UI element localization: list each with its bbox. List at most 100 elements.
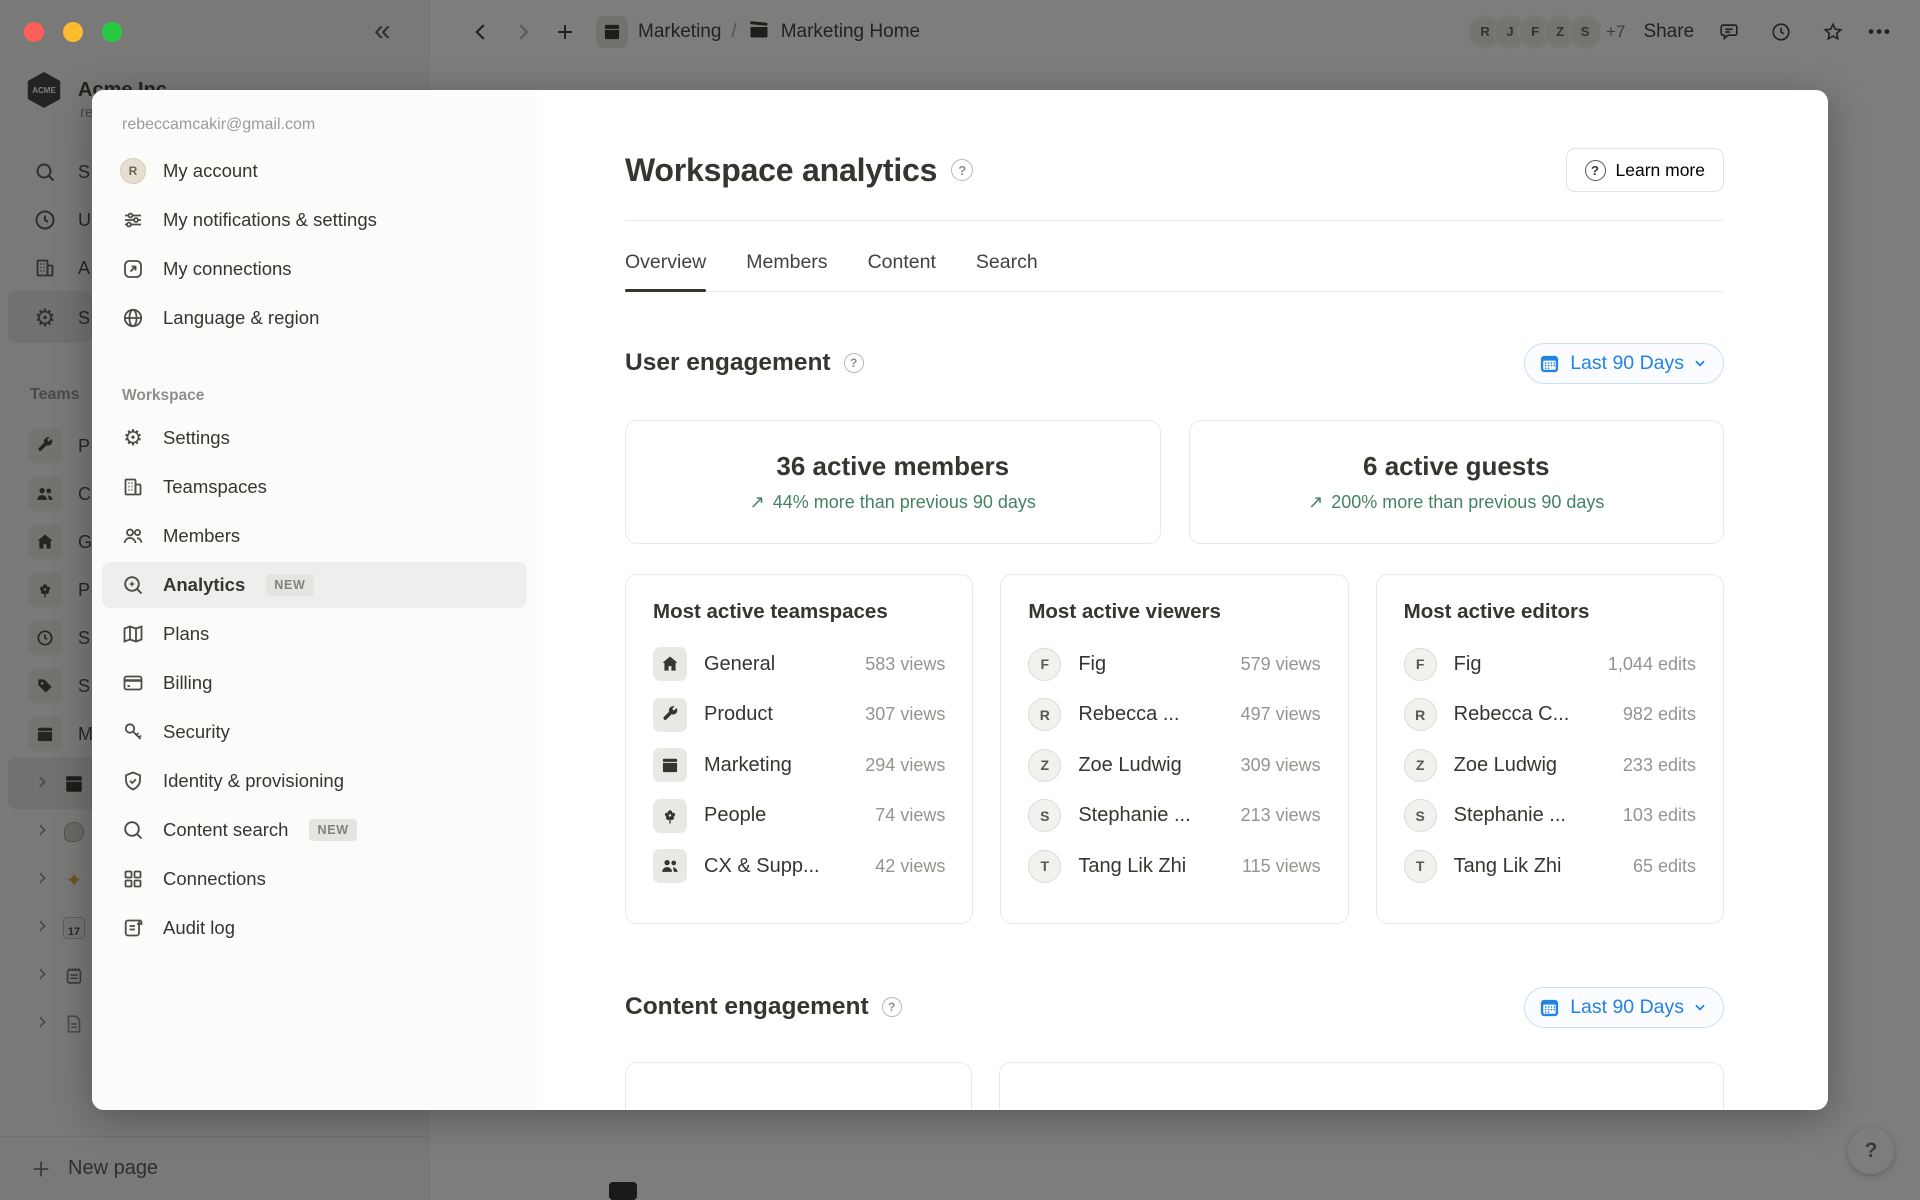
settings-nav-audit-log[interactable]: Audit log — [102, 905, 527, 951]
most-active-teamspaces-card: Most active teamspaces General 583 views… — [625, 574, 973, 924]
zoom-window-button[interactable] — [102, 22, 122, 42]
learn-more-button[interactable]: ? Learn more — [1566, 148, 1725, 192]
list-item[interactable]: People 74 views — [653, 791, 945, 842]
settings-nav-notifications[interactable]: My notifications & settings — [102, 197, 527, 243]
settings-nav-analytics[interactable]: Analytics NEW — [102, 562, 527, 608]
user-avatar-icon: R — [120, 158, 146, 184]
map-icon — [120, 621, 146, 647]
active-guests-card: 6 active guests ↗ 200% more than previou… — [1189, 420, 1725, 544]
partial-card — [625, 1062, 972, 1110]
stat-delta: ↗ 44% more than previous 90 days — [750, 492, 1036, 513]
flower-icon — [653, 799, 687, 833]
avatar: S — [1028, 799, 1061, 832]
settings-nav-my-account[interactable]: R My account — [102, 148, 527, 194]
trend-up-icon: ↗ — [750, 492, 765, 513]
most-active-viewers-card: Most active viewers F Fig 579 views R Re… — [1000, 574, 1348, 924]
list-item[interactable]: F Fig 1,044 edits — [1404, 639, 1696, 690]
arrow-up-right-box-icon — [120, 256, 146, 282]
date-range-dropdown[interactable]: Last 90 Days — [1524, 343, 1724, 384]
date-range-dropdown[interactable]: Last 90 Days — [1524, 987, 1724, 1028]
avatar: F — [1028, 648, 1061, 681]
shield-check-icon — [120, 768, 146, 794]
settings-nav-language-region[interactable]: Language & region — [102, 295, 527, 341]
list-item[interactable]: Z Zoe Ludwig 309 views — [1028, 740, 1320, 791]
settings-nav-teamspaces[interactable]: Teamspaces — [102, 464, 527, 510]
stat-value: 36 active members — [776, 451, 1009, 482]
list-item[interactable]: F Fig 579 views — [1028, 639, 1320, 690]
wrench-icon — [653, 698, 687, 732]
stat-value: 6 active guests — [1363, 451, 1549, 482]
credit-card-icon — [120, 670, 146, 696]
list-item[interactable]: S Stephanie ... 103 edits — [1404, 791, 1696, 842]
home-icon — [653, 647, 687, 681]
tab-search[interactable]: Search — [976, 251, 1038, 291]
calendar-icon — [1538, 352, 1561, 375]
grid-icon — [120, 866, 146, 892]
list-item[interactable]: R Rebecca C... 982 edits — [1404, 690, 1696, 741]
list-item[interactable]: S Stephanie ... 213 views — [1028, 791, 1320, 842]
avatar: T — [1404, 850, 1437, 883]
title-divider — [625, 220, 1724, 221]
settings-modal: rebeccamcakir@gmail.com R My account My … — [92, 90, 1828, 1110]
settings-nav-identity[interactable]: Identity & provisioning — [102, 758, 527, 804]
window-controls — [24, 22, 122, 42]
tab-members[interactable]: Members — [746, 251, 827, 291]
trend-up-icon: ↗ — [1308, 492, 1323, 513]
list-item[interactable]: R Rebecca ... 497 views — [1028, 690, 1320, 741]
active-members-card: 36 active members ↗ 44% more than previo… — [625, 420, 1161, 544]
list-item[interactable]: Marketing 294 views — [653, 740, 945, 791]
list-item[interactable]: Z Zoe Ludwig 233 edits — [1404, 740, 1696, 791]
settings-nav-plans[interactable]: Plans — [102, 611, 527, 657]
people-icon — [653, 849, 687, 883]
settings-nav-security[interactable]: Security — [102, 709, 527, 755]
list-item[interactable]: CX & Supp... 42 views — [653, 841, 945, 892]
analytics-tabs: Overview Members Content Search — [625, 251, 1724, 292]
avatar: R — [1404, 698, 1437, 731]
minimize-window-button[interactable] — [63, 22, 83, 42]
list-item[interactable]: T Tang Lik Zhi 115 views — [1028, 841, 1320, 892]
help-circle-icon[interactable]: ? — [844, 353, 864, 373]
help-circle-icon: ? — [1585, 160, 1606, 181]
avatar: T — [1028, 850, 1061, 883]
leaderboard-cards: Most active teamspaces General 583 views… — [625, 574, 1724, 924]
tab-overview[interactable]: Overview — [625, 251, 706, 291]
close-window-button[interactable] — [24, 22, 44, 42]
partial-card — [999, 1062, 1724, 1110]
settings-nav: rebeccamcakir@gmail.com R My account My … — [92, 90, 537, 1110]
clapperboard-icon — [653, 748, 687, 782]
list-item[interactable]: T Tang Lik Zhi 65 edits — [1404, 841, 1696, 892]
user-engagement-heading: User engagement — [625, 349, 831, 377]
settings-nav-content-search[interactable]: Content search NEW — [102, 807, 527, 853]
page-title: Workspace analytics — [625, 152, 937, 189]
settings-nav-settings[interactable]: ⚙ Settings — [102, 415, 527, 461]
gear-icon: ⚙ — [120, 425, 146, 451]
list-item[interactable]: General 583 views — [653, 639, 945, 690]
globe-icon — [120, 305, 146, 331]
people-icon — [120, 523, 146, 549]
avatar: Z — [1028, 749, 1061, 782]
help-circle-icon[interactable]: ? — [951, 159, 973, 181]
list-item[interactable]: Product 307 views — [653, 690, 945, 741]
workspace-section-label: Workspace — [122, 387, 537, 405]
account-email: rebeccamcakir@gmail.com — [122, 116, 537, 134]
notion-app: ACME Acme Inc re S U A ⚙ S Teams P C — [0, 0, 1920, 1200]
avatar: Z — [1404, 749, 1437, 782]
content-engagement-heading: Content engagement — [625, 993, 869, 1021]
avatar: F — [1404, 648, 1437, 681]
stat-delta: ↗ 200% more than previous 90 days — [1308, 492, 1604, 513]
most-active-editors-card: Most active editors F Fig 1,044 edits R … — [1376, 574, 1724, 924]
content-engagement-cards — [625, 1062, 1724, 1110]
help-circle-icon[interactable]: ? — [882, 997, 902, 1017]
tab-content[interactable]: Content — [868, 251, 936, 291]
settings-nav-connections[interactable]: Connections — [102, 856, 527, 902]
avatar: R — [1028, 698, 1061, 731]
avatar: S — [1404, 799, 1437, 832]
stat-cards: 36 active members ↗ 44% more than previo… — [625, 420, 1724, 544]
settings-content: Workspace analytics ? ? Learn more Overv… — [537, 90, 1828, 1110]
new-badge: NEW — [266, 574, 313, 596]
settings-nav-billing[interactable]: Billing — [102, 660, 527, 706]
chevron-down-icon — [1693, 1000, 1707, 1014]
new-badge: NEW — [309, 819, 356, 841]
settings-nav-connections-personal[interactable]: My connections — [102, 246, 527, 292]
settings-nav-members[interactable]: Members — [102, 513, 527, 559]
